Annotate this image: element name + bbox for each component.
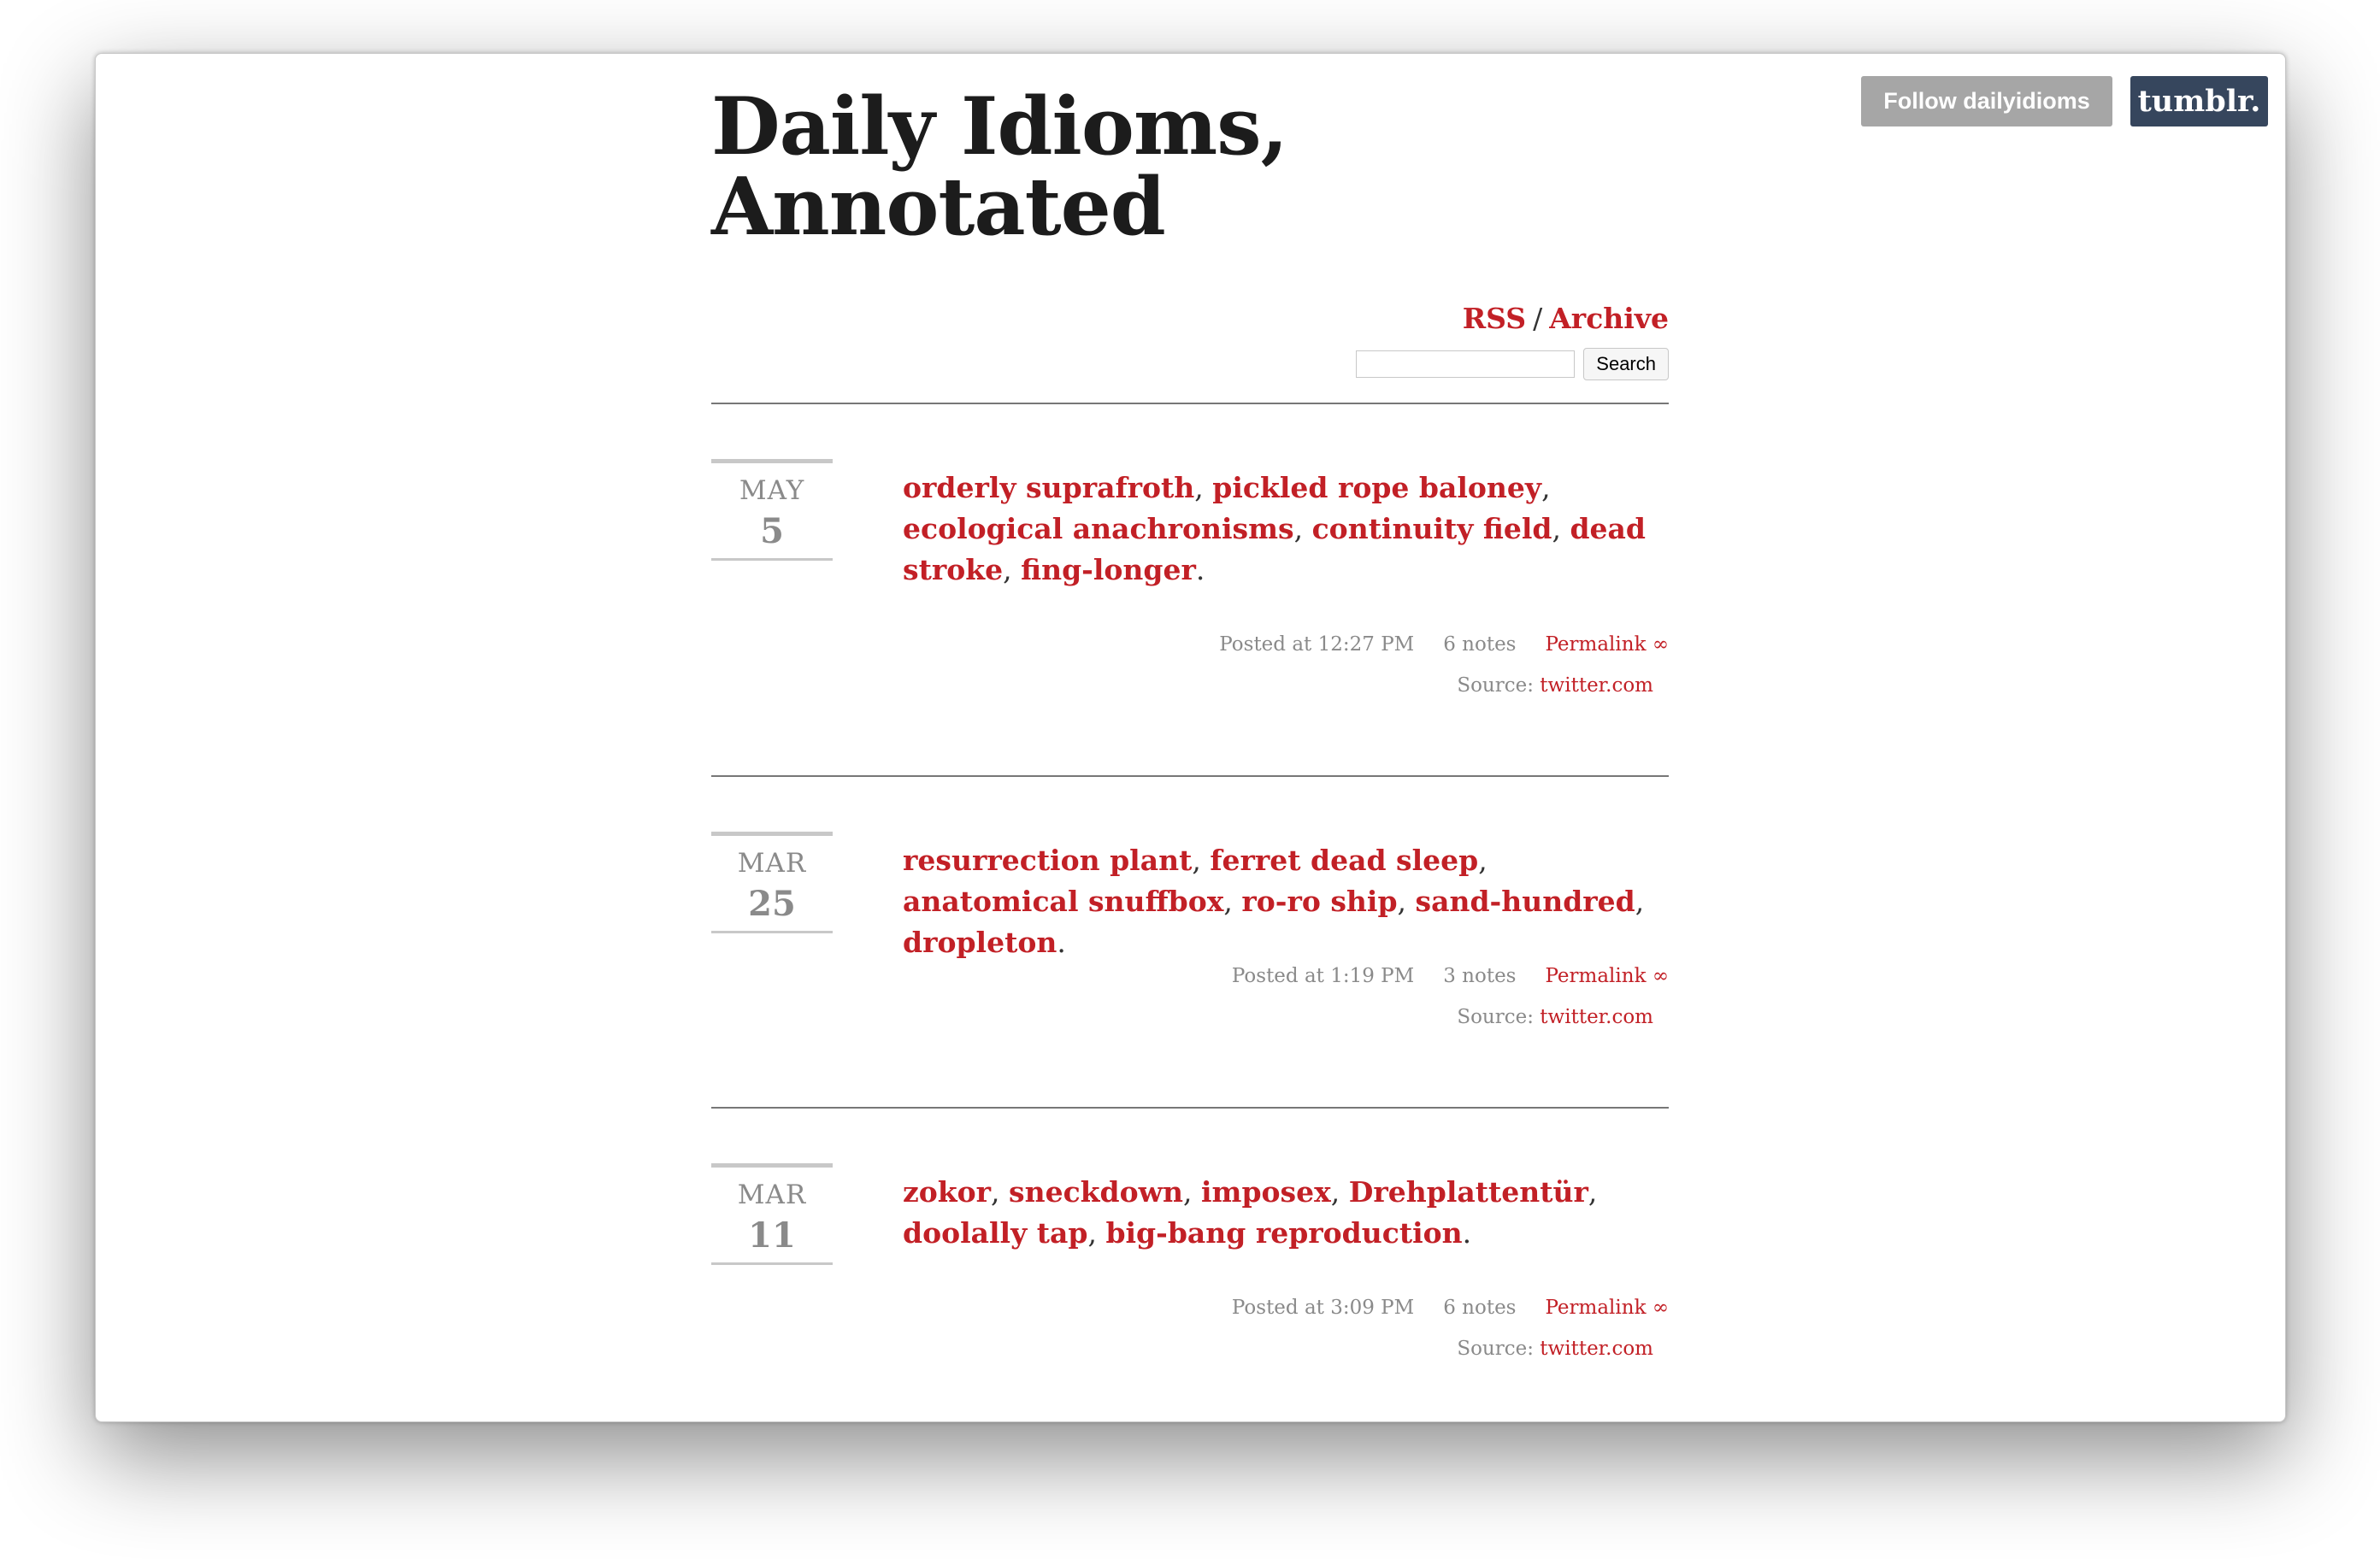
- idiom-link[interactable]: continuity field: [1312, 512, 1552, 545]
- blog-nav: RSS / Archive: [1463, 302, 1669, 335]
- post-notes[interactable]: 6 notes: [1443, 633, 1516, 656]
- source-label: Source:: [1457, 674, 1534, 697]
- idiom-link[interactable]: zokor: [903, 1175, 991, 1209]
- post-meta: Posted at 3:09 PM 6 notes Permalink ∞: [1232, 1297, 1669, 1319]
- tumblr-logo[interactable]: tumblr.: [2130, 76, 2268, 126]
- blog-title-line2: Annotated: [711, 160, 1166, 253]
- source-label: Source:: [1457, 1338, 1534, 1360]
- post-divider: [711, 775, 1669, 777]
- post-time[interactable]: Posted at 3:09 PM: [1232, 1297, 1414, 1319]
- tumblr-controls: Follow dailyidioms tumblr.: [1861, 76, 2268, 126]
- follow-button[interactable]: Follow dailyidioms: [1861, 76, 2112, 126]
- post-date-day: 25: [748, 884, 796, 924]
- post-source: Source: twitter.com: [1457, 674, 1653, 697]
- post-date[interactable]: MAR 25: [711, 832, 833, 933]
- post-body: resurrection plant, ferret dead sleep, a…: [903, 844, 1645, 959]
- idiom-link[interactable]: imposex: [1201, 1175, 1331, 1209]
- post-source: Source: twitter.com: [1457, 1338, 1653, 1360]
- post-body: orderly suprafroth, pickled rope baloney…: [903, 471, 1647, 586]
- idiom-link[interactable]: pickled rope baloney: [1212, 471, 1541, 504]
- post-date-day: 5: [760, 511, 784, 551]
- idiom-link[interactable]: doolally tap: [903, 1216, 1087, 1250]
- post-time[interactable]: Posted at 1:19 PM: [1232, 965, 1414, 987]
- post-date-day: 11: [748, 1215, 796, 1256]
- permalink[interactable]: Permalink ∞: [1545, 1297, 1669, 1319]
- idiom-link[interactable]: Drehplattentür: [1349, 1175, 1588, 1209]
- post-divider: [711, 1107, 1669, 1109]
- post-date[interactable]: MAY 5: [711, 459, 833, 561]
- post-source: Source: twitter.com: [1457, 1006, 1653, 1028]
- idiom-link[interactable]: ferret dead sleep: [1210, 844, 1478, 877]
- source-link[interactable]: twitter.com: [1540, 1006, 1653, 1028]
- post-date[interactable]: MAR 11: [711, 1163, 833, 1265]
- blog-title-line1: Daily Idioms,: [711, 79, 1288, 173]
- idiom-link[interactable]: sand-hundred: [1416, 885, 1635, 918]
- idiom-link[interactable]: big-bang reproduction: [1105, 1216, 1462, 1250]
- search-button[interactable]: Search: [1583, 348, 1669, 380]
- source-link[interactable]: twitter.com: [1540, 674, 1653, 697]
- browser-window: Follow dailyidioms tumblr. Daily Idioms,…: [95, 53, 2286, 1422]
- search-form: Search: [1356, 348, 1669, 380]
- post-notes[interactable]: 6 notes: [1443, 1297, 1516, 1319]
- permalink[interactable]: Permalink ∞: [1545, 965, 1669, 987]
- post-date-month: MAY: [739, 475, 805, 506]
- permalink[interactable]: Permalink ∞: [1545, 633, 1669, 656]
- post-date-month: MAR: [737, 848, 807, 879]
- source-label: Source:: [1457, 1006, 1534, 1028]
- idiom-link[interactable]: sneckdown: [1009, 1175, 1183, 1209]
- idiom-link[interactable]: ro-ro ship: [1241, 885, 1397, 918]
- idiom-link[interactable]: fing-longer: [1021, 553, 1196, 586]
- post-meta: Posted at 1:19 PM 3 notes Permalink ∞: [1232, 965, 1669, 987]
- idiom-link[interactable]: orderly suprafroth: [903, 471, 1194, 504]
- post-notes[interactable]: 3 notes: [1443, 965, 1516, 987]
- idiom-link[interactable]: dropleton: [903, 926, 1057, 959]
- blog-title[interactable]: Daily Idioms, Annotated: [711, 86, 1395, 247]
- rss-link[interactable]: RSS: [1463, 302, 1526, 335]
- nav-separator: /: [1533, 302, 1543, 335]
- idiom-link[interactable]: resurrection plant: [903, 844, 1192, 877]
- post-date-month: MAR: [737, 1180, 807, 1210]
- post-body: zokor, sneckdown, imposex, Drehplattentü…: [903, 1175, 1598, 1250]
- header-divider: [711, 403, 1669, 404]
- post-meta: Posted at 12:27 PM 6 notes Permalink ∞: [1219, 633, 1669, 656]
- search-input[interactable]: [1356, 350, 1576, 378]
- idiom-link[interactable]: ecological anachronisms: [903, 512, 1294, 545]
- idiom-link[interactable]: anatomical snuffbox: [903, 885, 1223, 918]
- post-time[interactable]: Posted at 12:27 PM: [1219, 633, 1414, 656]
- source-link[interactable]: twitter.com: [1540, 1338, 1653, 1360]
- archive-link[interactable]: Archive: [1549, 302, 1669, 335]
